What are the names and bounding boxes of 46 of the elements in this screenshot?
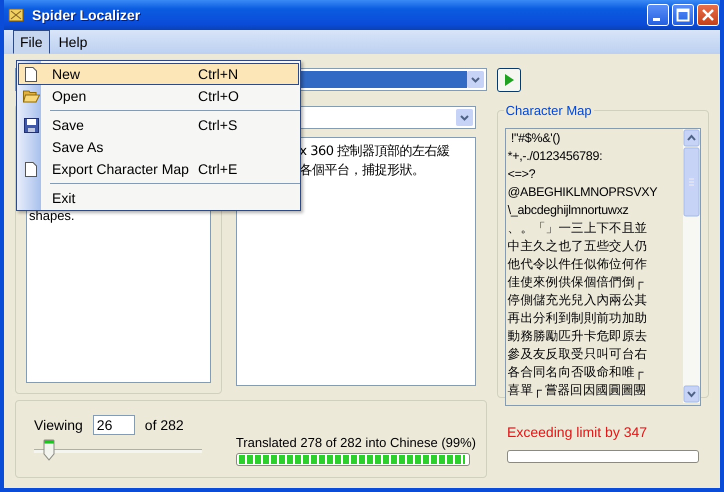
chevron-down-icon [460, 114, 469, 120]
character-row-text: *+,-./0123456789: [508, 148, 604, 165]
slider-thumb[interactable] [43, 439, 56, 461]
menu-item[interactable]: New Ctrl+N [18, 63, 299, 85]
menu-item[interactable]: Open Ctrl+O [18, 85, 299, 107]
page-icon [25, 66, 37, 82]
maximize-button[interactable] [672, 4, 694, 26]
character-row-text: 動務勝勵匹升卡危即原去 [508, 328, 648, 345]
progress-text: Translated 278 of 282 into Chinese (99%) [236, 435, 476, 450]
character-row-text: 他代令以件任似佈位何作 [508, 256, 648, 273]
character-row-text: !"#$%&'() [510, 130, 562, 147]
menu-bar-item[interactable]: Help [52, 30, 94, 54]
source-text: shapes. [29, 208, 75, 223]
character-row-text: 、。「」一三上下不且並 [508, 220, 648, 237]
character-map-title: Character Map [504, 103, 594, 118]
play-button[interactable] [497, 68, 521, 92]
viewing-input[interactable]: 26 [92, 415, 135, 435]
character-row-text: <=>? [508, 166, 536, 183]
total-label: of 282 [144, 417, 184, 433]
app-icon [8, 7, 24, 23]
character-row-text: 參及友反取受只叫可台右 [508, 346, 648, 363]
close-icon [701, 8, 715, 22]
viewing-label: Viewing [34, 417, 83, 433]
window-title: Spider Localizer [32, 7, 142, 23]
close-button[interactable] [697, 4, 719, 26]
character-row-text: 各合同名向否吸命和唯┌ [508, 364, 644, 381]
character-row-text: 停側儲充光兒入內兩公其 [508, 292, 648, 309]
scrollbar[interactable] [683, 129, 700, 403]
translation-text: 各個平台，捕捉形狀。 [299, 162, 426, 180]
character-row-text: 喜單┌ 嘗器回因國圓圖團 [508, 382, 648, 399]
menu-bar-item[interactable]: File [13, 30, 50, 54]
character-row-text: \_abcdeghijlmnortuwxz [508, 202, 630, 219]
viewing-slider[interactable] [34, 439, 202, 463]
minimize-button[interactable] [647, 4, 669, 26]
limit-warning: Exceeding limit by 347 [507, 424, 648, 440]
minimize-icon [653, 18, 660, 21]
character-row-text: 佳使來例供保個倍們倒┌ [508, 274, 644, 291]
character-row-text: @ABEGHIKLMNOPRSVXY [508, 184, 658, 201]
maximize-icon [676, 8, 690, 22]
character-map-list[interactable]: !"#$%&'() *+,-./0123456789: <=>? @ABEGHIKLMNOPRSVXY \_abcdeghijlmnortuwxz 、。「」一三上下不且並 中主久之也了五些交人仍 他代令以件任似佈位何作 佳使來例供保個倍們倒┌ 停側儲充光兒入內兩公其 再出分利到制則前功加助 動務勝勵匹升卡危即原去 參及友反取受只叫可台右 各合同名向否吸命和唯┌ 喜單┌ 嘗器回因國圓圖團 [504, 128, 702, 406]
play-icon [504, 74, 514, 86]
folder-icon [22, 89, 40, 103]
character-row-text: 中主久之也了五些交人仍 [508, 238, 648, 255]
page-icon [25, 162, 37, 176]
character-row-text: 再出分利到制則前功加助 [508, 310, 648, 327]
chevron-down-icon [471, 76, 480, 82]
